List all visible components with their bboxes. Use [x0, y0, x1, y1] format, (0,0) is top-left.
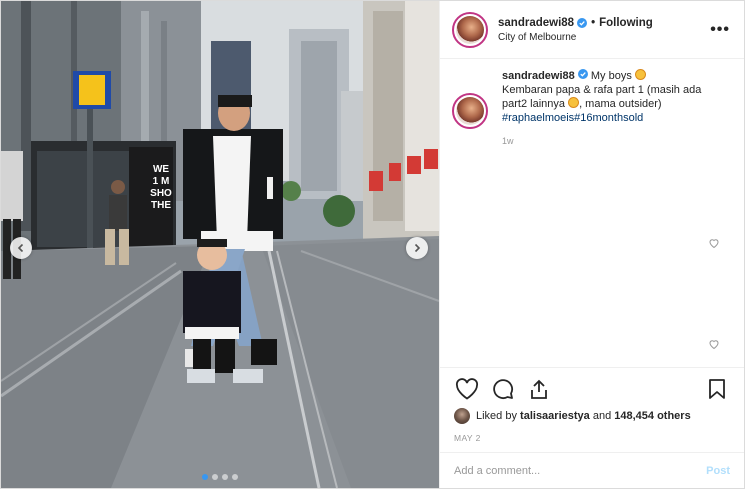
post-side-panel: sandradewi88 • Following City of Melbour…	[439, 1, 744, 488]
share-button[interactable]	[526, 377, 552, 401]
like-button[interactable]	[454, 377, 480, 401]
comment-like-icon[interactable]	[708, 338, 720, 350]
carousel-dot	[222, 474, 228, 480]
caption: sandradewi88 My boys Kembaran papa & raf…	[452, 69, 732, 148]
carousel-dot	[212, 474, 218, 480]
comment-like-icon[interactable]	[708, 237, 720, 249]
comment-button[interactable]	[490, 377, 516, 401]
sign-line: WE	[152, 164, 170, 175]
post-comment-button[interactable]: Post	[706, 465, 730, 477]
comment-icon	[493, 379, 514, 400]
likes-count[interactable]: 148,454 others	[614, 410, 690, 422]
verified-badge-icon	[577, 69, 588, 79]
location-link[interactable]: City of Melbourne	[498, 32, 710, 43]
separator: •	[591, 16, 596, 29]
likes-prefix: Liked by	[476, 410, 517, 422]
sign-line: THE	[151, 200, 171, 211]
comments-section: sandradewi88 My boys Kembaran papa & raf…	[440, 59, 744, 367]
likes-connector: and	[592, 410, 612, 422]
grimacing-emoji-icon	[568, 97, 580, 108]
instagram-post: WE 1 M SHO THE sandradewi88 • Following …	[0, 0, 745, 489]
caption-username[interactable]: sandradewi88	[502, 70, 575, 82]
post-date[interactable]: MAY 2	[454, 433, 730, 443]
carousel-dot	[202, 474, 208, 480]
following-button[interactable]: Following	[599, 17, 653, 29]
save-button[interactable]	[704, 377, 730, 401]
heart-eyes-emoji-icon	[634, 69, 646, 80]
caption-text: sandradewi88 My boys Kembaran papa & raf…	[502, 69, 724, 148]
author-info: sandradewi88 • Following City of Melbour…	[498, 17, 710, 43]
caption-text-part: , mama outsider)	[579, 98, 662, 110]
author-line: sandradewi88 • Following	[498, 17, 710, 29]
next-photo-button[interactable]	[406, 237, 428, 259]
more-options-icon[interactable]: •••	[710, 21, 730, 39]
bookmark-icon	[709, 379, 725, 399]
liker-username[interactable]: talisaariestya	[520, 410, 590, 422]
store-sign: WE 1 M SHO THE	[143, 164, 179, 212]
previous-photo-button[interactable]	[10, 237, 32, 259]
carousel-indicator	[1, 474, 439, 480]
chevron-right-icon	[414, 243, 421, 253]
post-actions: Liked by talisaariestya and 148,454 othe…	[440, 367, 744, 443]
caption-avatar[interactable]	[452, 93, 488, 129]
heart-icon	[455, 378, 479, 400]
hashtags-link[interactable]: #raphaelmoeis#16monthsold	[502, 112, 643, 124]
sign-line: 1 M	[152, 176, 170, 187]
action-icons	[454, 376, 730, 402]
post-header: sandradewi88 • Following City of Melbour…	[440, 1, 744, 59]
street-scene-image	[1, 1, 439, 488]
liker-avatar[interactable]	[454, 408, 470, 424]
author-username[interactable]: sandradewi88	[498, 17, 574, 29]
sign-line: SHO	[150, 188, 172, 199]
add-comment-bar: Post	[440, 452, 744, 488]
caption-time: 1w	[502, 136, 514, 146]
verified-badge-icon	[577, 17, 588, 28]
comment-input[interactable]	[454, 464, 707, 477]
caption-text-part: My boys	[590, 70, 632, 82]
author-avatar[interactable]	[452, 11, 488, 48]
chevron-left-icon	[17, 243, 24, 253]
carousel-dot	[232, 474, 238, 480]
likes-summary: Liked by talisaariestya and 148,454 othe…	[454, 408, 730, 424]
share-icon	[531, 379, 547, 399]
post-photo[interactable]: WE 1 M SHO THE	[1, 1, 439, 488]
